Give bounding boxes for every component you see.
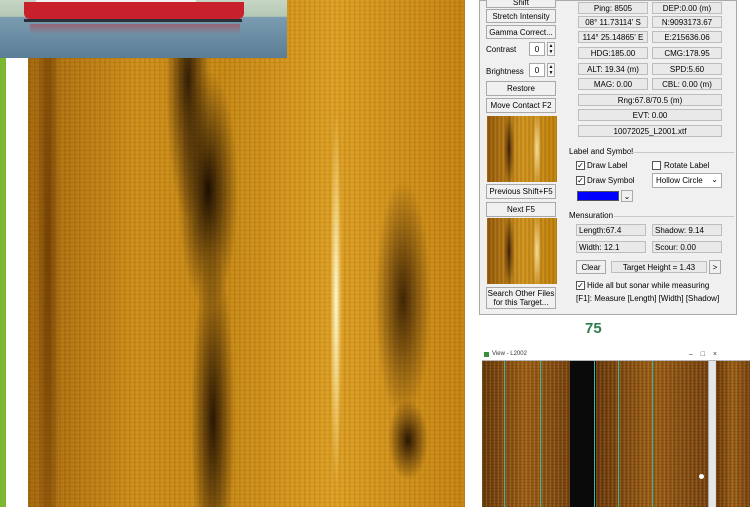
ping-field: Ping: 8505 bbox=[578, 2, 648, 14]
brightness-input[interactable]: 0 bbox=[529, 63, 545, 77]
draw-label-checkbox[interactable]: ✓ bbox=[576, 161, 585, 170]
chevron-down-icon: ⌄ bbox=[623, 191, 631, 201]
gamma-correct-button[interactable]: Gamma Correct... bbox=[486, 25, 556, 39]
move-contact-button[interactable]: Move Contact F2 bbox=[486, 98, 556, 113]
shadow-field: Shadow: 9.14 bbox=[652, 224, 722, 236]
viewer-title-bar: View - L2002 – □ × bbox=[482, 349, 750, 361]
measure-hint-text: [F1]: Measure [Length] [Width] [Shadow] bbox=[576, 294, 720, 303]
rotate-label-text: Rotate Label bbox=[664, 161, 710, 170]
brightness-spinner[interactable]: ▲ ▼ bbox=[547, 63, 555, 77]
restore-button[interactable]: Restore bbox=[486, 81, 556, 96]
shift-button[interactable]: Shift bbox=[486, 0, 556, 8]
ship-hull bbox=[24, 2, 244, 19]
contrast-spinner[interactable]: ▲ ▼ bbox=[547, 42, 555, 56]
depth-field: DEP:0.00 (m) bbox=[652, 2, 722, 14]
green-accent-strip bbox=[0, 0, 6, 507]
grid-line bbox=[540, 361, 541, 507]
length-field: Length:67.4 bbox=[576, 224, 646, 236]
hide-all-checkbox[interactable]: ✓ bbox=[576, 281, 585, 290]
next-button[interactable]: Next F5 bbox=[486, 202, 556, 217]
width-field: Width: 12.1 bbox=[576, 241, 646, 253]
previous-target-thumbnail bbox=[487, 116, 557, 182]
color-dropdown-button[interactable]: ⌄ bbox=[621, 190, 633, 202]
contrast-label: Contrast bbox=[486, 45, 517, 54]
heading-field: HDG:185.00 bbox=[578, 47, 648, 59]
sonar-channel-port bbox=[482, 361, 570, 507]
cmg-field: CMG:178.95 bbox=[652, 47, 722, 59]
brightness-label: Brightness bbox=[486, 67, 524, 76]
file-name-field: 10072025_L2001.xtf bbox=[578, 125, 722, 137]
target-height-field: Target Height = 1.43 bbox=[611, 261, 707, 273]
target-properties-panel: Shift Stretch Intensity Gamma Correct...… bbox=[479, 0, 737, 315]
next-measure-button[interactable]: > bbox=[709, 260, 721, 274]
longitude-field: 114° 25.14865' E bbox=[578, 31, 648, 43]
figure-number: 75 bbox=[585, 320, 602, 337]
ship-photo bbox=[0, 0, 287, 58]
sonar-viewer-window: View - L2002 – □ × bbox=[482, 349, 750, 507]
search-other-files-button[interactable]: Search Other Files for this Target... bbox=[486, 287, 556, 309]
draw-symbol-text: Draw Symbol bbox=[587, 176, 635, 185]
grid-line bbox=[504, 361, 505, 507]
latitude-field: 08° 11.73114' S bbox=[578, 16, 648, 28]
previous-button[interactable]: Previous Shift+F5 bbox=[486, 184, 556, 199]
grid-line bbox=[652, 361, 653, 507]
nadir-gap bbox=[570, 361, 596, 507]
stretch-intensity-button[interactable]: Stretch Intensity bbox=[486, 9, 556, 23]
grid-line bbox=[594, 361, 595, 507]
speed-field: SPD:5.60 bbox=[652, 63, 722, 75]
cable-field: CBL: 0.00 (m) bbox=[652, 78, 722, 90]
contrast-input[interactable]: 0 bbox=[529, 42, 545, 56]
sonar-channel-secondary bbox=[716, 361, 750, 507]
group-divider bbox=[630, 152, 734, 153]
draw-label-text: Draw Label bbox=[587, 161, 628, 170]
symbol-shape-select[interactable]: Hollow Circle ⌄ bbox=[652, 173, 722, 188]
scour-field: Scour: 0.00 bbox=[652, 241, 722, 253]
easting-field: E:215636.06 bbox=[652, 31, 722, 43]
rotate-label-checkbox[interactable] bbox=[652, 161, 661, 170]
group-divider bbox=[614, 216, 734, 217]
ship-reflection bbox=[30, 24, 240, 34]
ship-waterline bbox=[24, 19, 242, 22]
target-marker[interactable] bbox=[699, 474, 704, 479]
altitude-field: ALT: 19.34 (m) bbox=[578, 63, 648, 75]
event-field: EVT: 0.00 bbox=[578, 109, 722, 121]
clear-button[interactable]: Clear bbox=[576, 260, 606, 274]
mensuration-heading: Mensuration bbox=[569, 211, 614, 220]
app-icon bbox=[484, 352, 489, 357]
symbol-color-swatch[interactable] bbox=[577, 191, 619, 201]
symbol-shape-value: Hollow Circle bbox=[656, 176, 703, 185]
next-target-thumbnail bbox=[487, 218, 557, 284]
range-field: Rng:67.8/70.5 (m) bbox=[578, 94, 722, 106]
window-controls[interactable]: – □ × bbox=[689, 349, 720, 360]
northing-field: N:9093173.67 bbox=[652, 16, 722, 28]
vertical-scrollbar[interactable] bbox=[708, 361, 715, 507]
grid-line bbox=[618, 361, 619, 507]
sonar-waterfall-image bbox=[28, 0, 465, 507]
draw-symbol-checkbox[interactable]: ✓ bbox=[576, 176, 585, 185]
label-symbol-heading: Label and Symbol bbox=[569, 147, 634, 156]
hide-all-text: Hide all but sonar while measuring bbox=[587, 281, 710, 290]
mag-field: MAG: 0.00 bbox=[578, 78, 648, 90]
viewer-title: View - L2002 bbox=[492, 351, 527, 357]
chevron-down-icon: ⌄ bbox=[711, 175, 718, 184]
